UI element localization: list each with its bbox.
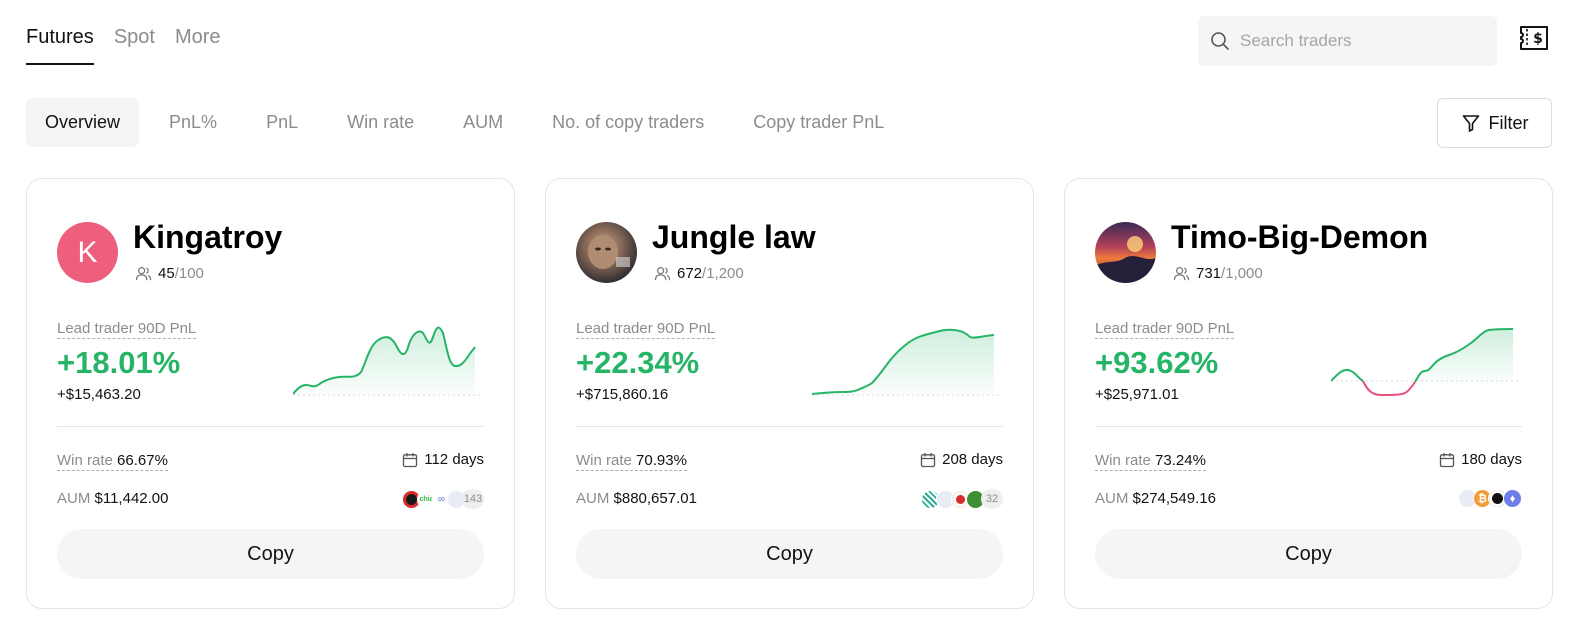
followers-current: 672 <box>677 265 703 282</box>
users-icon <box>135 267 152 281</box>
trader-card[interactable]: Timo-Big-Demon 731/1,000 Lead trader 90D… <box>1064 178 1553 609</box>
tab-more[interactable]: More <box>175 26 221 65</box>
market-tabs: Futures Spot More <box>26 26 221 65</box>
trader-name[interactable]: Jungle law <box>652 219 816 256</box>
win-rate-value: 73.24% <box>1155 452 1206 469</box>
more-coins-count: 143 <box>462 489 484 509</box>
avatar[interactable]: K <box>57 222 118 283</box>
trader-name[interactable]: Kingatroy <box>133 219 282 256</box>
copy-traders-count: 731/1,000 <box>1173 265 1263 282</box>
days-value: 208 days <box>942 451 1003 468</box>
win-rate-value: 66.67% <box>117 452 168 469</box>
tab-aum[interactable]: AUM <box>444 98 522 147</box>
avatar-photo <box>588 235 630 269</box>
pnl-label[interactable]: Lead trader 90D PnL <box>57 320 197 339</box>
followers-max: /1,000 <box>1221 265 1263 282</box>
search-box <box>1198 16 1497 66</box>
aum: AUM $274,549.16 <box>1095 490 1216 507</box>
tab-pnl[interactable]: PnL <box>247 98 317 147</box>
days-value: 180 days <box>1461 451 1522 468</box>
pnl-percentage: +22.34% <box>576 345 700 380</box>
divider <box>1095 426 1522 427</box>
followers-current: 731 <box>1196 265 1222 282</box>
search-icon <box>1211 32 1229 50</box>
avatar[interactable] <box>576 222 637 283</box>
copy-button[interactable]: Copy <box>1095 529 1522 579</box>
avatar[interactable] <box>1095 222 1156 283</box>
copy-traders-count: 672/1,200 <box>654 265 744 282</box>
win-rate[interactable]: Win rate 70.93% <box>576 452 687 471</box>
tab-spot[interactable]: Spot <box>114 26 155 65</box>
pnl-label[interactable]: Lead trader 90D PnL <box>576 320 716 339</box>
win-rate[interactable]: Win rate 66.67% <box>57 452 168 471</box>
users-icon <box>654 267 671 281</box>
users-icon <box>1173 267 1190 281</box>
aum-label: AUM <box>57 490 91 507</box>
win-rate-label: Win rate <box>576 452 632 469</box>
tab-overview[interactable]: Overview <box>26 98 140 147</box>
trader-name[interactable]: Timo-Big-Demon <box>1171 219 1428 256</box>
trader-card[interactable]: K Kingatroy 45/100 Lead trader 90D PnL +… <box>26 178 515 609</box>
calendar-icon <box>920 452 936 467</box>
funnel-icon <box>1462 115 1479 132</box>
aum-value: $880,657.01 <box>613 490 697 507</box>
tab-futures[interactable]: Futures <box>26 26 94 65</box>
tab-pnl-pct[interactable]: PnL% <box>150 98 236 147</box>
followers-max: /100 <box>174 265 204 282</box>
wallet-dollar-icon[interactable]: $ <box>1518 24 1550 52</box>
tab-win-rate[interactable]: Win rate <box>328 98 433 147</box>
filter-button-label: Filter <box>1488 112 1529 133</box>
calendar-icon <box>1439 452 1455 467</box>
more-coins-count: 32 <box>981 489 1003 509</box>
ethereum-icon: ♦ <box>1503 489 1522 508</box>
win-rate[interactable]: Win rate 73.24% <box>1095 452 1206 471</box>
pnl-percentage: +93.62% <box>1095 345 1219 380</box>
copy-traders-count: 45/100 <box>135 265 204 282</box>
filter-button[interactable]: Filter <box>1437 98 1552 148</box>
trader-card[interactable]: Jungle law 672/1,200 Lead trader 90D PnL… <box>545 178 1034 609</box>
pnl-amount: +$25,971.01 <box>1095 386 1179 403</box>
followers-current: 45 <box>158 265 175 282</box>
days-value: 112 days <box>424 451 484 468</box>
aum: AUM $880,657.01 <box>576 490 697 507</box>
win-rate-value: 70.93% <box>636 452 687 469</box>
copy-button[interactable]: Copy <box>576 529 1003 579</box>
traded-coins: 32 <box>921 489 1003 509</box>
followers-max: /1,200 <box>702 265 744 282</box>
pnl-amount: +$715,860.16 <box>576 386 669 403</box>
win-rate-label: Win rate <box>1095 452 1151 469</box>
traded-coins: chia ∞ 143 <box>402 489 484 509</box>
pnl-sparkline <box>1331 328 1520 397</box>
aum-value: $274,549.16 <box>1132 490 1216 507</box>
calendar-icon <box>403 452 418 467</box>
trading-days: 180 days <box>1439 451 1522 468</box>
search-input[interactable] <box>1240 31 1480 51</box>
avatar-photo <box>1095 236 1156 283</box>
aum-label: AUM <box>1095 490 1129 507</box>
copy-button[interactable]: Copy <box>57 529 484 579</box>
trading-days: 208 days <box>920 451 1003 468</box>
divider <box>576 426 1003 427</box>
win-rate-label: Win rate <box>57 452 113 469</box>
trading-days: 112 days <box>402 451 484 468</box>
pnl-label[interactable]: Lead trader 90D PnL <box>1095 320 1235 339</box>
sort-tabs: Overview PnL% PnL Win rate AUM No. of co… <box>26 98 914 147</box>
aum: AUM $11,442.00 <box>57 490 168 507</box>
pnl-amount: +$15,463.20 <box>57 386 141 403</box>
aum-label: AUM <box>576 490 610 507</box>
pnl-percentage: +18.01% <box>57 345 181 380</box>
pnl-sparkline <box>812 328 1001 396</box>
svg-text:$: $ <box>1533 31 1543 47</box>
pnl-sparkline <box>293 326 482 396</box>
tab-copy-trader-pnl[interactable]: Copy trader PnL <box>734 98 903 147</box>
aum-value: $11,442.00 <box>94 490 169 507</box>
divider <box>57 426 484 427</box>
tab-copy-traders[interactable]: No. of copy traders <box>533 98 723 147</box>
traded-coins: ₿ ♦ <box>1458 489 1522 508</box>
